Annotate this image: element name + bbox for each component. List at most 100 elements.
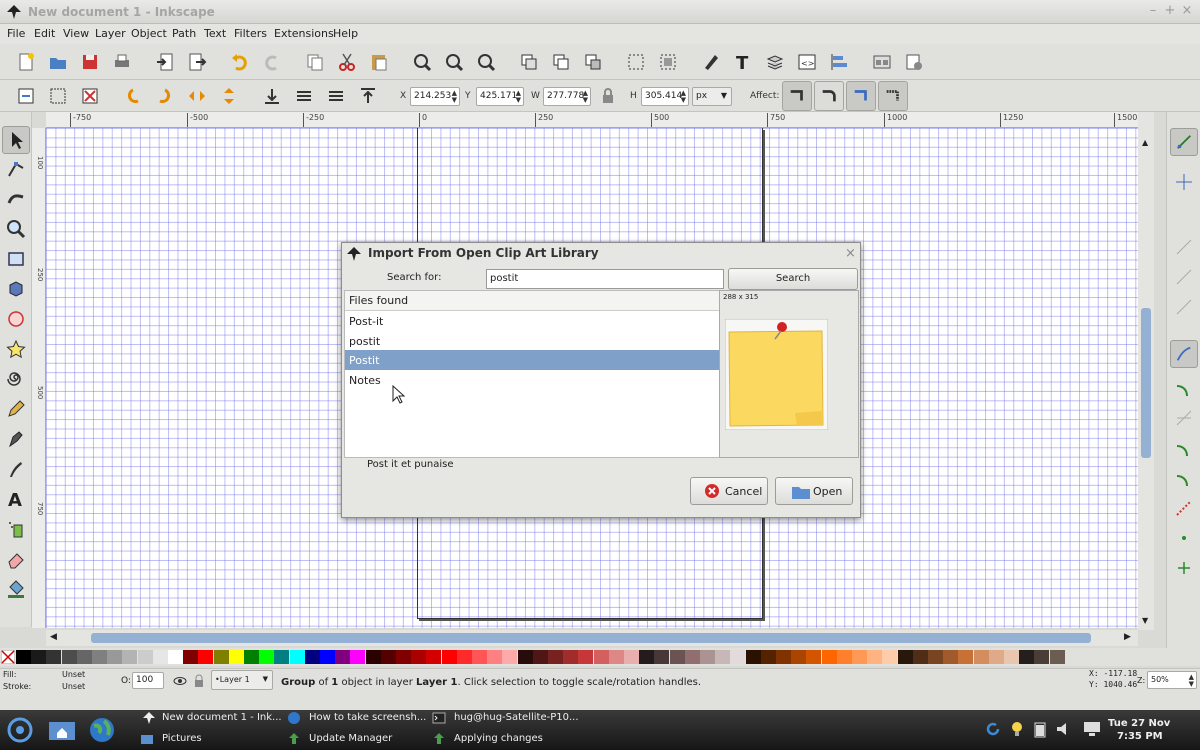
scroll-right-icon[interactable]: ▶ — [1124, 632, 1131, 642]
ungroup-icon[interactable] — [658, 52, 678, 72]
color-swatch[interactable] — [806, 650, 822, 664]
import-icon[interactable] — [155, 52, 175, 72]
color-swatch[interactable] — [639, 650, 655, 664]
color-swatch[interactable] — [335, 650, 351, 664]
h-spinbox[interactable]: 305.414 ▲ ▼ — [641, 87, 689, 106]
lower-icon[interactable] — [294, 86, 314, 106]
files-found-header[interactable]: Files found — [345, 291, 719, 311]
menu-edit[interactable]: Edit — [34, 27, 55, 40]
color-swatch[interactable] — [122, 650, 138, 664]
color-swatch[interactable] — [852, 650, 867, 664]
spin-arrows-icon[interactable]: ▲ ▼ — [583, 90, 588, 104]
home-folder-icon[interactable] — [48, 718, 76, 742]
vertical-scrollbar[interactable]: ▲ ▼ — [1138, 112, 1154, 630]
new-document-icon[interactable] — [16, 52, 36, 72]
rectangle-tool-icon[interactable] — [6, 249, 26, 269]
color-swatch[interactable] — [912, 650, 928, 664]
refresh-tray-icon[interactable] — [984, 720, 1002, 738]
snap-bbox-icon[interactable] — [1174, 172, 1194, 192]
affect-rounded-corners-button[interactable] — [814, 81, 844, 111]
color-swatch[interactable] — [943, 650, 959, 664]
color-swatch[interactable] — [137, 650, 153, 664]
x-spinbox[interactable]: 214.253 ▲ ▼ — [410, 87, 460, 106]
affect-patterns-button[interactable] — [878, 81, 908, 111]
snap-cusp-nodes-icon[interactable] — [1174, 438, 1194, 458]
layers-icon[interactable] — [765, 52, 785, 72]
spin-arrows-icon[interactable]: ▲ ▼ — [1189, 674, 1194, 688]
color-swatch[interactable] — [1004, 650, 1019, 664]
spiral-tool-icon[interactable] — [6, 369, 26, 389]
paint-bucket-tool-icon[interactable] — [6, 579, 26, 599]
color-swatch[interactable] — [472, 650, 487, 664]
select-all-icon[interactable] — [16, 86, 36, 106]
zoom-page-icon[interactable] — [476, 52, 496, 72]
stroke-value[interactable]: Unset — [62, 682, 85, 691]
no-paint-icon[interactable] — [1, 650, 15, 664]
color-swatch[interactable] — [608, 650, 624, 664]
minimize-button[interactable]: – — [1145, 3, 1161, 18]
color-swatch[interactable] — [988, 650, 1004, 664]
task-update-manager[interactable]: Update Manager — [309, 733, 392, 744]
menu-text[interactable]: Text — [204, 27, 226, 40]
snap-nodes-button[interactable] — [1170, 340, 1198, 368]
export-icon[interactable] — [187, 52, 207, 72]
vertical-scroll-thumb[interactable] — [1141, 308, 1151, 458]
redo-icon[interactable] — [262, 52, 282, 72]
zoom-drawing-icon[interactable] — [444, 52, 464, 72]
task-applying-changes[interactable]: Applying changes — [454, 733, 543, 744]
color-swatch[interactable] — [228, 650, 244, 664]
list-item-selected[interactable]: Postit — [345, 350, 719, 370]
color-swatch[interactable] — [532, 650, 548, 664]
color-swatch[interactable] — [776, 650, 791, 664]
color-swatch[interactable] — [487, 650, 503, 664]
color-swatch[interactable] — [396, 650, 411, 664]
color-swatch[interactable] — [320, 650, 335, 664]
raise-icon[interactable] — [326, 86, 346, 106]
web-browser-icon[interactable] — [88, 716, 116, 744]
zoom-tool-icon[interactable] — [6, 219, 26, 239]
rotate-cw-icon[interactable] — [155, 86, 175, 106]
star-tool-icon[interactable] — [6, 339, 26, 359]
color-swatch[interactable] — [16, 650, 31, 664]
color-swatch[interactable] — [684, 650, 700, 664]
rotate-ccw-icon[interactable] — [123, 86, 143, 106]
color-swatch[interactable] — [563, 650, 579, 664]
color-swatch[interactable] — [61, 650, 77, 664]
maximize-button[interactable]: + — [1162, 3, 1178, 18]
color-swatch[interactable] — [624, 650, 639, 664]
undo-icon[interactable] — [230, 52, 250, 72]
layer-lock-icon[interactable] — [193, 674, 205, 688]
color-swatch[interactable] — [213, 650, 229, 664]
color-swatch[interactable] — [152, 650, 168, 664]
menu-help[interactable]: Help — [333, 27, 358, 40]
color-swatch[interactable] — [107, 650, 123, 664]
scroll-up-icon[interactable]: ▲ — [1142, 138, 1148, 147]
snap-paths-icon[interactable] — [1174, 378, 1194, 398]
menu-file[interactable]: File — [7, 27, 25, 40]
search-input[interactable]: postit — [486, 269, 724, 289]
horizontal-scrollbar[interactable]: ◀ ▶ — [46, 630, 1138, 646]
lock-icon[interactable] — [598, 86, 618, 106]
color-swatch[interactable] — [517, 650, 533, 664]
copy-icon[interactable] — [305, 52, 325, 72]
color-swatch[interactable] — [92, 650, 107, 664]
cut-icon[interactable] — [337, 52, 357, 72]
snap-bbox-edge-icon[interactable] — [1174, 237, 1194, 257]
open-button[interactable]: Open — [775, 477, 853, 505]
preferences-icon[interactable] — [872, 52, 892, 72]
menu-view[interactable]: View — [63, 27, 89, 40]
color-swatch[interactable] — [700, 650, 715, 664]
spin-arrows-icon[interactable]: ▲ ▼ — [681, 90, 686, 104]
color-swatch[interactable] — [745, 650, 761, 664]
horizontal-scroll-thumb[interactable] — [91, 633, 1091, 643]
system-menu-icon[interactable] — [6, 716, 34, 744]
flip-vertical-icon[interactable] — [219, 86, 239, 106]
color-swatch[interactable] — [593, 650, 609, 664]
spray-tool-icon[interactable] — [6, 519, 26, 539]
xml-editor-icon[interactable]: <> — [797, 52, 817, 72]
fill-stroke-icon[interactable] — [701, 52, 721, 72]
paste-icon[interactable] — [369, 52, 389, 72]
fill-value[interactable]: Unset — [62, 670, 85, 679]
spin-arrows-icon[interactable]: ▲ ▼ — [516, 90, 521, 104]
align-distribute-icon[interactable] — [829, 52, 849, 72]
